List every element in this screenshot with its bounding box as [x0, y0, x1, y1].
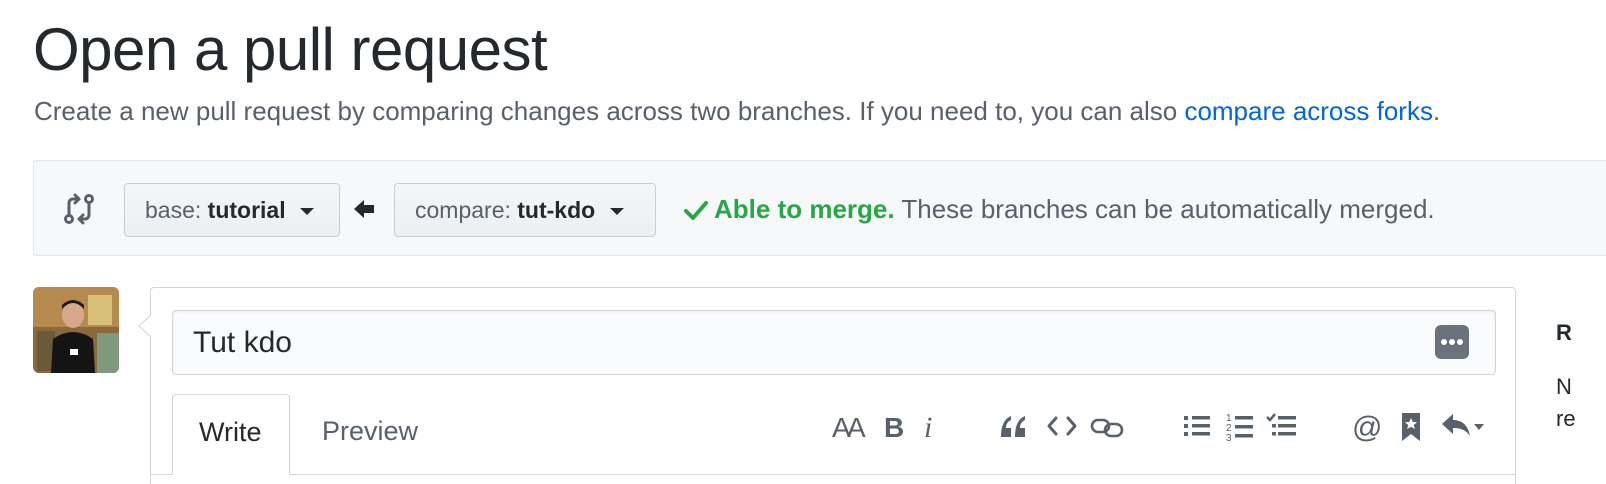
compare-branch-button[interactable]: compare: tut-kdo — [394, 183, 656, 237]
comment-pointer — [138, 313, 163, 339]
svg-text:B: B — [884, 412, 904, 440]
arrow-left-icon — [354, 200, 374, 218]
compare-prefix: compare: — [415, 197, 511, 223]
pr-title-input[interactable] — [193, 321, 1393, 365]
ordered-list-icon[interactable]: 123 — [1226, 412, 1254, 444]
reference-icon[interactable] — [1400, 412, 1422, 441]
link-icon[interactable] — [1090, 412, 1124, 440]
mention-icon[interactable]: @ — [1352, 411, 1384, 444]
chevron-down-icon — [609, 208, 624, 216]
page-subtitle: Create a new pull request by comparing c… — [34, 94, 1440, 128]
dot — [1449, 339, 1455, 345]
compare-across-forks-link[interactable]: compare across forks — [1184, 96, 1433, 126]
base-branch-name: tutorial — [207, 197, 286, 223]
sidebar-fragment-reviewers: R — [1556, 320, 1572, 345]
page-title: Open a pull request — [33, 16, 548, 83]
tab-preview[interactable]: Preview — [296, 394, 444, 468]
branch-range-bar: base: tutorial compare: tut-kdo Able to … — [33, 160, 1606, 256]
subtitle-text: Create a new pull request by comparing c… — [34, 96, 1185, 126]
merge-status-message: These branches can be automatically merg… — [894, 194, 1435, 224]
dot — [1457, 339, 1463, 345]
subtitle-end: . — [1432, 96, 1441, 126]
git-compare-icon — [64, 193, 94, 225]
base-branch-button[interactable]: base: tutorial — [124, 183, 340, 237]
svg-text:3: 3 — [1226, 433, 1232, 442]
quote-icon[interactable] — [998, 412, 1028, 440]
base-prefix: base: — [145, 197, 202, 223]
merge-status-label: Able to merge. — [714, 194, 895, 224]
svg-text:i: i — [924, 412, 932, 440]
italic-icon[interactable]: i — [922, 411, 938, 444]
check-icon — [684, 201, 708, 220]
pr-title-field[interactable] — [172, 310, 1496, 375]
avatar[interactable] — [33, 287, 119, 373]
tab-write[interactable]: Write — [172, 394, 290, 475]
dot — [1441, 339, 1447, 345]
unordered-list-icon[interactable] — [1183, 412, 1211, 440]
avatar-image — [33, 287, 119, 373]
open-pull-request-page: Open a pull request Create a new pull re… — [0, 0, 1606, 484]
bold-icon[interactable]: B — [884, 412, 906, 443]
code-icon[interactable] — [1046, 412, 1078, 440]
text-size-icon[interactable]: AA — [832, 412, 868, 443]
sidebar-fragment-text-2: re — [1556, 406, 1576, 431]
compare-branch-name: tut-kdo — [517, 197, 596, 223]
chevron-down-icon — [300, 208, 314, 216]
task-list-icon[interactable] — [1266, 412, 1298, 440]
svg-text:A: A — [847, 412, 866, 440]
reply-icon[interactable] — [1440, 412, 1488, 440]
svg-text:@: @ — [1352, 412, 1382, 442]
saved-replies-button[interactable] — [1435, 325, 1469, 359]
merge-status: Able to merge. These branches can be aut… — [684, 191, 1435, 227]
sidebar-fragment-text-1: N — [1556, 374, 1572, 399]
